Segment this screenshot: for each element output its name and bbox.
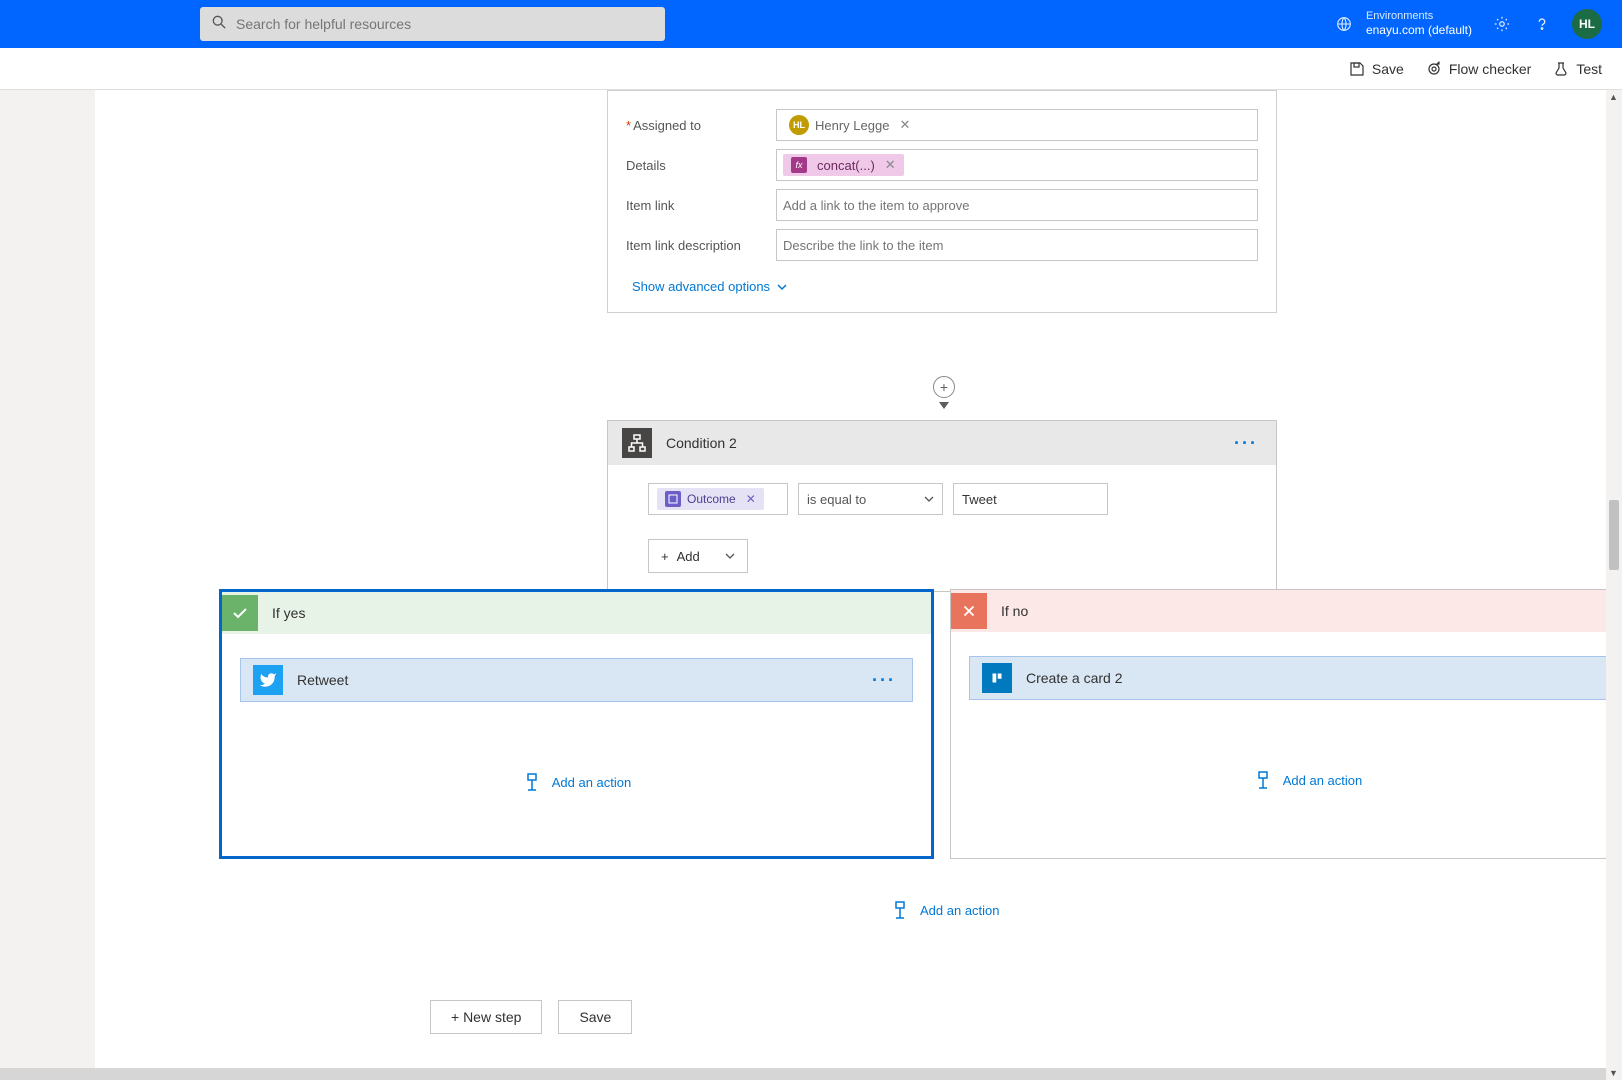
condition-more-icon[interactable]: ··· — [1230, 433, 1262, 454]
close-icon — [951, 593, 987, 629]
remove-token-icon[interactable]: ✕ — [746, 492, 756, 506]
add-action-icon — [1253, 770, 1273, 790]
flow-checker-label: Flow checker — [1449, 61, 1531, 77]
plus-icon: + — [661, 549, 669, 564]
no-add-action-button[interactable]: Add an action — [969, 770, 1622, 790]
assigned-to-field[interactable]: HL Henry Legge ✕ — [776, 109, 1258, 141]
help-icon[interactable] — [1532, 14, 1552, 34]
environment-icon — [1334, 14, 1354, 34]
fx-icon: fx — [791, 157, 807, 173]
item-link-desc-label: Item link description — [626, 238, 776, 253]
condition-icon — [622, 428, 652, 458]
item-link-field[interactable] — [776, 189, 1258, 221]
fx-chip[interactable]: fx concat(...) ✕ — [783, 154, 904, 176]
condition-value-field[interactable]: Tweet — [953, 483, 1108, 515]
scroll-down-icon[interactable]: ▼ — [1609, 1068, 1618, 1078]
save-button[interactable]: Save — [1349, 61, 1404, 77]
person-avatar: HL — [789, 115, 809, 135]
vertical-scrollbar[interactable]: ▲ ▼ — [1606, 90, 1622, 1080]
bottom-save-button[interactable]: Save — [558, 1000, 632, 1034]
trello-icon — [982, 663, 1012, 693]
if-no-header: If no — [951, 590, 1622, 632]
remove-fx-icon[interactable]: ✕ — [885, 157, 896, 173]
environment-picker[interactable]: Environments enayu.com (default) — [1334, 9, 1472, 39]
add-step-button[interactable]: + — [933, 376, 955, 398]
chevron-down-icon — [924, 494, 934, 504]
scroll-thumb[interactable] — [1609, 500, 1619, 570]
item-link-label: Item link — [626, 198, 776, 213]
bottom-buttons: + New step Save — [430, 1000, 632, 1034]
arrow-down-icon — [939, 402, 949, 409]
item-link-desc-field[interactable] — [776, 229, 1258, 261]
scroll-up-icon[interactable]: ▲ — [1609, 92, 1618, 102]
details-field[interactable]: fx concat(...) ✕ — [776, 149, 1258, 181]
person-name: Henry Legge — [815, 118, 889, 133]
global-add-action-button[interactable]: Add an action — [890, 900, 1000, 920]
item-link-desc-input[interactable] — [783, 238, 1251, 253]
search-box[interactable] — [200, 7, 665, 41]
save-label: Save — [1372, 61, 1404, 77]
if-no-title: If no — [1001, 603, 1028, 619]
search-input[interactable] — [236, 16, 653, 32]
settings-icon[interactable] — [1492, 14, 1512, 34]
approval-action-card[interactable]: *Assigned to HL Henry Legge ✕ Details fx… — [607, 90, 1277, 313]
flow-checker-button[interactable]: Flow checker — [1426, 61, 1531, 77]
fx-text: concat(...) — [817, 158, 875, 173]
retweet-more-icon[interactable]: ··· — [868, 670, 900, 691]
if-yes-header: If yes — [222, 592, 931, 634]
test-label: Test — [1576, 61, 1602, 77]
condition-card[interactable]: Condition 2 ··· Outcome ✕ is equal to — [607, 420, 1277, 592]
test-button[interactable]: Test — [1553, 61, 1602, 77]
remove-person-icon[interactable]: ✕ — [899, 117, 910, 133]
condition-operator-select[interactable]: is equal to — [798, 483, 943, 515]
condition-header[interactable]: Condition 2 ··· — [608, 421, 1276, 465]
outcome-token[interactable]: Outcome ✕ — [657, 488, 764, 510]
chevron-down-icon — [776, 281, 788, 293]
add-action-icon — [522, 772, 542, 792]
horizontal-scrollbar[interactable] — [0, 1068, 1606, 1080]
top-bar: Environments enayu.com (default) HL — [0, 0, 1622, 48]
user-avatar[interactable]: HL — [1572, 9, 1602, 39]
connector: + — [933, 376, 955, 416]
environment-text: Environments enayu.com (default) — [1366, 9, 1472, 39]
if-no-branch[interactable]: If no Create a card 2 ··· Add an action — [950, 589, 1622, 859]
item-link-input[interactable] — [783, 198, 1251, 213]
show-advanced-options[interactable]: Show advanced options — [632, 279, 788, 294]
condition-add-button[interactable]: + Add — [648, 539, 748, 573]
yes-add-action-button[interactable]: Add an action — [240, 772, 913, 792]
retweet-title: Retweet — [297, 672, 854, 688]
assigned-person-chip[interactable]: HL Henry Legge ✕ — [783, 113, 916, 137]
retweet-action-card[interactable]: Retweet ··· — [240, 658, 913, 702]
command-bar: Save Flow checker Test — [0, 48, 1622, 90]
trello-action-card[interactable]: Create a card 2 ··· — [969, 656, 1622, 700]
condition-left-field[interactable]: Outcome ✕ — [648, 483, 788, 515]
environment-label: Environments — [1366, 9, 1472, 23]
condition-body: Outcome ✕ is equal to Tweet + Add — [608, 465, 1276, 591]
details-label: Details — [626, 158, 776, 173]
new-step-button[interactable]: + New step — [430, 1000, 542, 1034]
twitter-icon — [253, 665, 283, 695]
check-icon — [222, 595, 258, 631]
token-icon — [665, 491, 681, 507]
flow-canvas[interactable]: *Assigned to HL Henry Legge ✕ Details fx… — [95, 90, 1622, 1080]
if-yes-branch[interactable]: If yes Retweet ··· Add an action — [219, 589, 934, 859]
condition-title: Condition 2 — [666, 435, 1216, 451]
search-icon — [212, 15, 226, 34]
add-action-icon — [890, 900, 910, 920]
if-yes-title: If yes — [272, 605, 305, 621]
chevron-down-icon — [725, 551, 735, 561]
assigned-to-label: *Assigned to — [626, 118, 776, 133]
trello-title: Create a card 2 — [1026, 670, 1587, 686]
environment-value: enayu.com (default) — [1366, 23, 1472, 39]
